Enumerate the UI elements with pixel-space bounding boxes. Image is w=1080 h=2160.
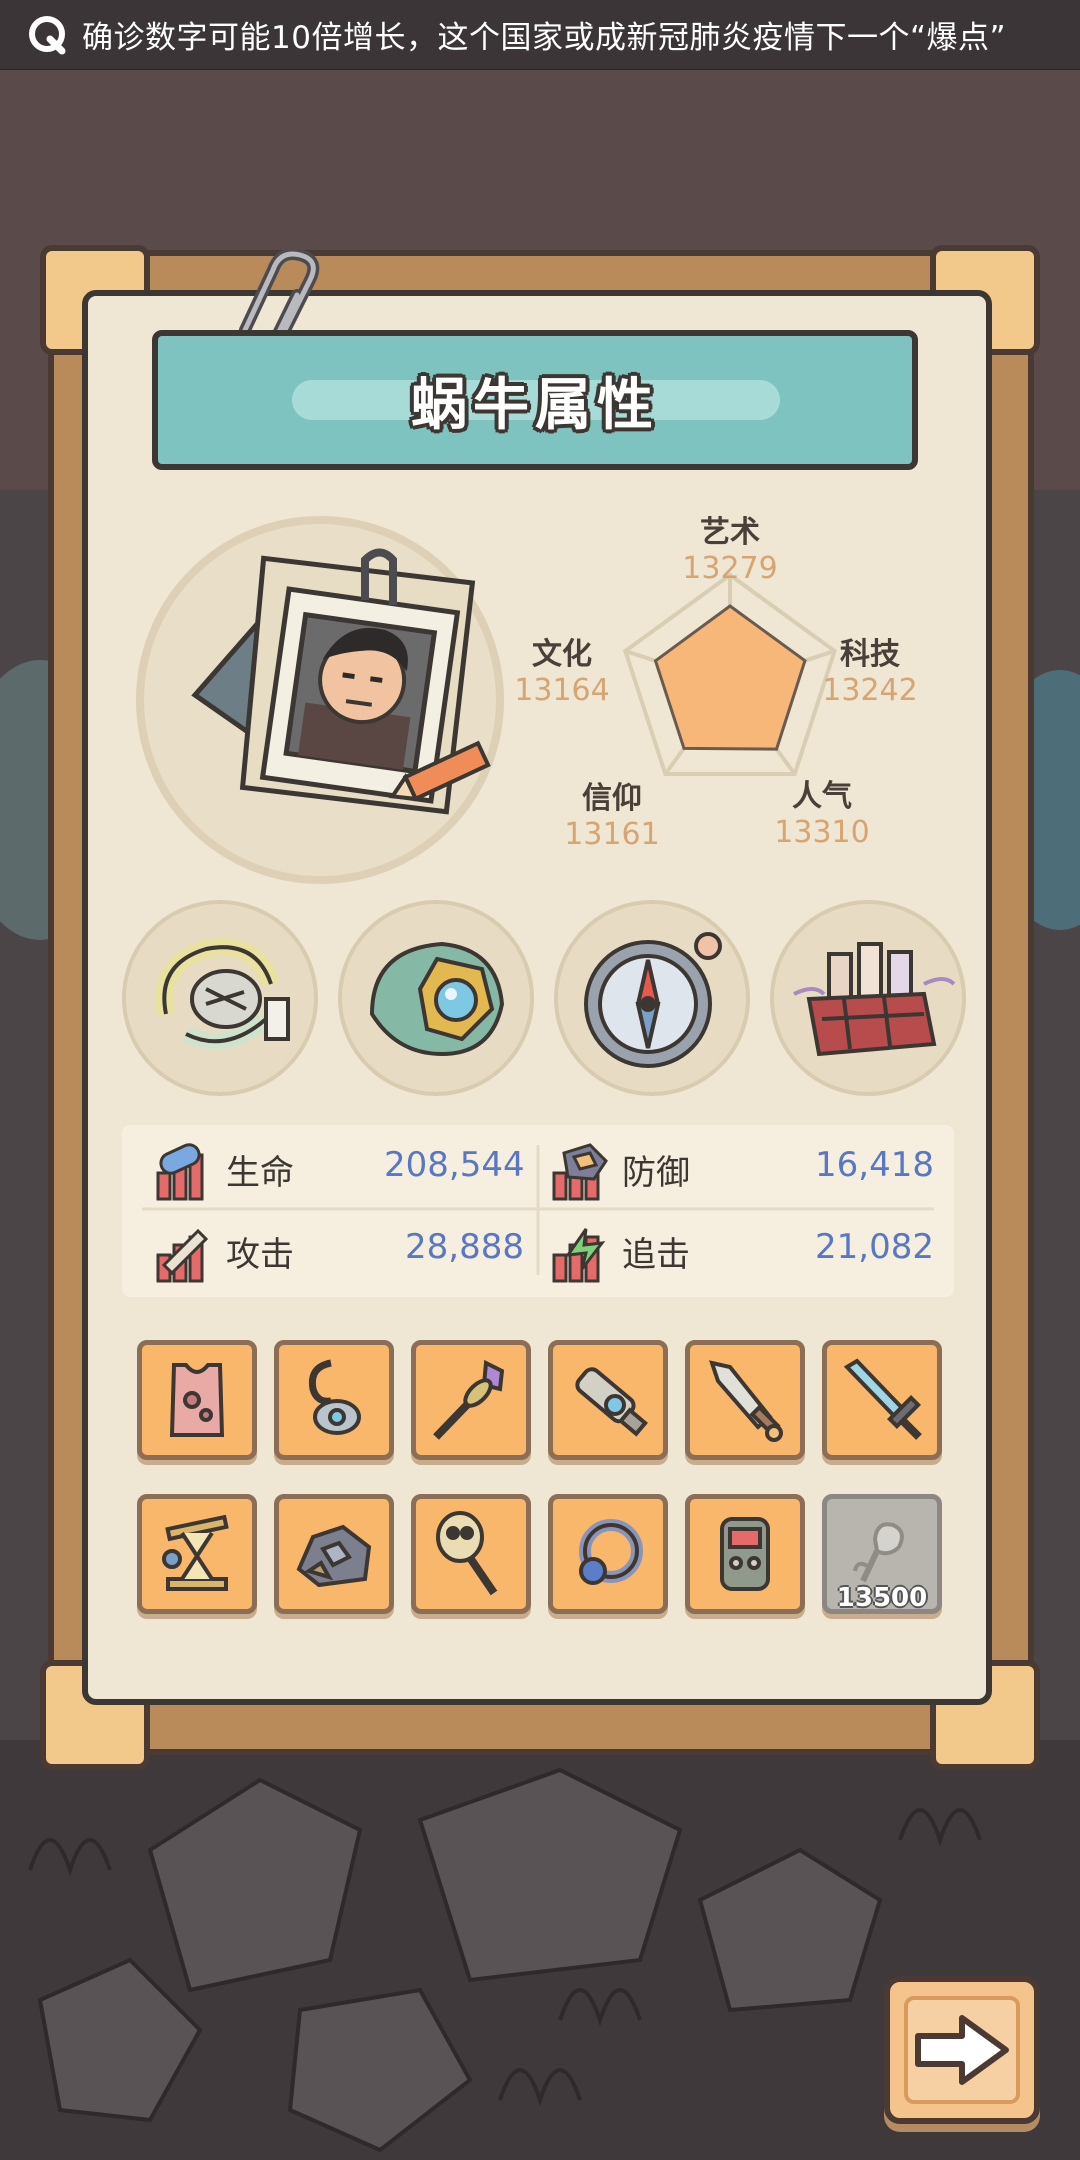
item-slot-bolas[interactable] bbox=[137, 1494, 257, 1614]
title-banner: 蜗牛属性 bbox=[152, 330, 918, 470]
item-slot-ring[interactable] bbox=[548, 1494, 668, 1614]
hourglass-bolas-icon bbox=[162, 1514, 229, 1591]
potion-crate-icon bbox=[793, 942, 956, 1057]
equip-slot-gem-helmet[interactable] bbox=[338, 900, 534, 1096]
compass-icon bbox=[584, 932, 722, 1068]
news-notification-bar[interactable]: 确诊数字可能10倍增长，这个国家或成新冠肺炎疫情下一个“爆点” bbox=[0, 0, 1080, 70]
item-slot-scepter[interactable] bbox=[411, 1340, 531, 1460]
character-portrait[interactable] bbox=[135, 505, 525, 895]
equip-slot-shell-fossil[interactable] bbox=[122, 900, 318, 1096]
attribute-value-art: 13279 bbox=[682, 551, 778, 586]
item-slot-sword[interactable] bbox=[822, 1340, 942, 1460]
attribute-label-art: 艺术 bbox=[700, 515, 760, 550]
crystal-scepter-icon bbox=[433, 1359, 505, 1440]
stat-label-pursuit: 追击 bbox=[622, 1235, 690, 1275]
item-slot-gadget[interactable] bbox=[685, 1494, 805, 1614]
stat-label-attack: 攻击 bbox=[226, 1235, 294, 1275]
combat-stats-panel: 生命 208,544 防御 16,418 攻击 28,888 追击 21,082 bbox=[122, 1125, 954, 1297]
item-slot-skull-staff[interactable] bbox=[411, 1494, 531, 1614]
stat-value-defense: 16,418 bbox=[815, 1145, 934, 1185]
item-slot-blaster[interactable] bbox=[548, 1340, 668, 1460]
ore-rock-icon bbox=[296, 1524, 372, 1588]
pursuit-bolt-icon bbox=[552, 1228, 606, 1283]
stat-value-attack: 28,888 bbox=[405, 1227, 524, 1267]
attribute-value-culture: 13164 bbox=[514, 673, 610, 708]
equip-slot-potion-crate[interactable] bbox=[770, 900, 966, 1096]
gadget-device-icon bbox=[720, 1517, 770, 1591]
notification-text: 确诊数字可能10倍增长，这个国家或成新冠肺炎疫情下一个“爆点” bbox=[82, 20, 1007, 56]
item-slot-rose-locked[interactable]: 13500 bbox=[822, 1494, 942, 1614]
stat-label-defense: 防御 bbox=[622, 1153, 690, 1193]
attribute-radar: 艺术 13279 科技 13242 人气 13310 信仰 13161 文化 1… bbox=[514, 500, 940, 880]
item-slot-hook-earring[interactable] bbox=[274, 1340, 394, 1460]
equip-slot-compass[interactable] bbox=[554, 900, 750, 1096]
blaster-gun-icon bbox=[575, 1367, 648, 1437]
defense-shield-icon bbox=[552, 1143, 608, 1201]
attribute-value-tech: 13242 bbox=[822, 673, 918, 708]
next-button[interactable] bbox=[884, 1976, 1040, 2124]
item-slot-vest[interactable] bbox=[137, 1340, 257, 1460]
attribute-label-faith: 信仰 bbox=[582, 781, 642, 816]
gem-helmet-icon bbox=[369, 941, 505, 1057]
attribute-value-popularity: 13310 bbox=[774, 815, 870, 850]
attribute-value-faith: 13161 bbox=[564, 817, 660, 852]
health-pill-icon bbox=[156, 1143, 204, 1201]
attribute-label-popularity: 人气 bbox=[792, 779, 852, 814]
stat-value-pursuit: 21,082 bbox=[815, 1227, 934, 1267]
attribute-label-culture: 文化 bbox=[532, 637, 592, 672]
attribute-label-tech: 科技 bbox=[840, 637, 900, 672]
crystal-sword-icon bbox=[843, 1358, 922, 1440]
stat-value-hp: 208,544 bbox=[384, 1145, 525, 1185]
stat-label-hp: 生命 bbox=[226, 1153, 294, 1193]
arrow-right-icon bbox=[915, 2015, 1009, 2085]
item-slot-ore[interactable] bbox=[274, 1494, 394, 1614]
attack-sword-icon bbox=[156, 1228, 209, 1283]
item-slot-dagger[interactable] bbox=[685, 1340, 805, 1460]
q-logo-icon bbox=[28, 15, 68, 55]
panel-title: 蜗牛属性 bbox=[411, 372, 659, 438]
gem-ring-icon bbox=[579, 1519, 643, 1585]
item-unlock-cost: 13500 bbox=[836, 1583, 928, 1613]
shell-fossil-icon bbox=[155, 938, 290, 1050]
skull-staff-icon bbox=[436, 1511, 498, 1596]
hook-earring-icon bbox=[308, 1359, 361, 1435]
rocket-dagger-icon bbox=[708, 1360, 783, 1442]
vest-armor-icon bbox=[169, 1363, 225, 1437]
radar-value-area bbox=[653, 604, 807, 751]
